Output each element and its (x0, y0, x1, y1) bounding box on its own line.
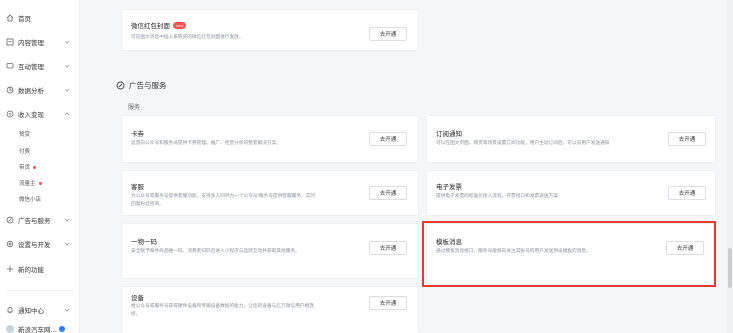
sidebar-item-ads-services[interactable]: 广告与服务 (6, 213, 74, 227)
card-desc: 提供电子发票的标准化接入流程，开票接口和发票递送方案 (436, 193, 558, 198)
sidebar-subitem-label: 赞赏 (19, 132, 31, 138)
sidebar-item-settings-dev[interactable]: 设置与开发 (6, 237, 74, 251)
activate-button[interactable]: 去开通 (369, 27, 407, 41)
sidebar-divider (6, 290, 74, 291)
sidebar-subitem-label: 付费 (19, 149, 31, 155)
sidebar-account[interactable]: 新浪汽车网… (6, 322, 74, 333)
account-name: 新浪汽车网… (18, 327, 57, 333)
sidebar-item-label: 内容管理 (18, 40, 44, 47)
sidebar-item-label: 通知中心 (18, 308, 44, 315)
card-title: 卡券 (131, 131, 144, 138)
sidebar-item-label: 设置与开发 (18, 242, 51, 249)
sidebar: 首页 内容管理 互动管理 数据分析 收入变现 赞赏 付费 带货 流量主 微信小店 (0, 0, 80, 333)
sidebar-item-content[interactable]: 内容管理 (6, 35, 74, 49)
sidebar-item-analytics[interactable]: 数据分析 (6, 83, 74, 97)
group-label: 服务 (128, 105, 141, 111)
sidebar-subitem-traffic[interactable]: 流量主 (19, 177, 75, 189)
sidebar-item-new-features[interactable]: 新的功能 (6, 262, 74, 276)
card-desc: 可以在图文页面、网页等场景设置订阅功能，用户主动订阅后，可以向用户发送通知 (436, 140, 610, 145)
sidebar-item-home[interactable]: 首页 (6, 11, 74, 25)
card-subscription-notice: 订阅通知 可以在图文页面、网页等场景设置订阅功能，用户主动订阅后，可以向用户发送… (426, 115, 716, 163)
sidebar-subitem-appreciation[interactable]: 赞赏 (19, 128, 75, 140)
ads-icon (6, 216, 14, 224)
card-title-text: 微信红包封面 (131, 23, 170, 30)
scrollbar[interactable] (727, 0, 733, 333)
settings-icon (6, 240, 14, 248)
verified-badge-icon (59, 326, 65, 332)
chevron-down-icon (64, 308, 70, 312)
chevron-down-icon (64, 64, 70, 68)
activate-button[interactable]: 去开通 (369, 186, 407, 200)
chevron-up-icon (64, 112, 70, 116)
sidebar-item-label: 收入变现 (18, 112, 44, 119)
card-title: 订阅通知 (436, 131, 462, 138)
sidebar-item-interaction[interactable]: 互动管理 (6, 59, 74, 73)
card-desc: 安全赋予每件商品唯一码，消费者扫码后进入小程序与品牌互动并获取其他服务。 (131, 248, 300, 253)
sidebar-subitem-label: 带货 (19, 165, 31, 171)
card-title: 微信红包封面 new (131, 20, 187, 30)
card-coupon: 卡券 运营向公众号和服务号提供卡券管理、推广、经营分析的整套解决方案。 去开通 (121, 115, 419, 163)
card-desc: 运营向公众号和服务号提供卡券管理、推广、经营分析的整套解决方案。 (131, 140, 282, 145)
section-title-text: 广告与服务 (129, 81, 167, 90)
chevron-down-icon (64, 218, 70, 222)
card-title: 客服 (131, 184, 144, 191)
activate-button[interactable]: 去开通 (369, 296, 407, 310)
card-title: 一物一码 (131, 239, 157, 246)
activate-button[interactable]: 去开通 (369, 132, 407, 146)
card-desc: 可在图文消息中插入系购买的微信红包封面进行发放。 (131, 34, 244, 39)
sidebar-subitem-sales[interactable]: 带货 (19, 161, 75, 173)
sidebar-subitem-paid[interactable]: 付费 (19, 145, 75, 157)
card-e-invoice: 电子发票 提供电子发票的标准化接入流程，开票接口和发票递送方案 去开通 (426, 170, 716, 216)
card-title: 电子发票 (436, 184, 462, 191)
card-device: 设备 给公众号或服务号获得硬件设备和传输设备数据的能力，让您的设备与亿万微信用户… (121, 286, 419, 333)
sidebar-subitem-shop[interactable]: 微信小店 (19, 193, 75, 205)
chevron-down-icon (64, 40, 70, 44)
activate-button[interactable]: 去开通 (668, 186, 706, 200)
section-title: 广告与服务 (116, 80, 167, 91)
sidebar-item-label: 首页 (18, 16, 31, 23)
sidebar-item-label: 互动管理 (18, 64, 44, 71)
card-desc: 为公众号或服务号提供客服功能，支持多人同时为一个公众号/服务号提供客服服务，实时… (131, 193, 316, 206)
sidebar-item-monetization[interactable]: 收入变现 (6, 107, 74, 121)
chart-icon (6, 86, 14, 94)
chevron-down-icon (64, 242, 70, 246)
plus-icon (6, 265, 14, 273)
document-icon (6, 38, 14, 46)
chat-icon (6, 62, 14, 70)
highlight-box (422, 221, 716, 287)
card-desc: 给公众号或服务号获得硬件设备和传输设备数据的能力，让您的设备与亿万微信用户相连接… (131, 303, 314, 316)
card-customer-service: 客服 为公众号或服务号提供客服功能，支持多人同时为一个公众号/服务号提供客服服务… (121, 170, 419, 216)
money-icon (6, 110, 14, 118)
home-icon (6, 14, 14, 22)
sidebar-item-label: 新的功能 (18, 267, 44, 274)
sidebar-subitem-label: 流量主 (19, 181, 36, 187)
chevron-down-icon (64, 88, 70, 92)
notification-dot (33, 165, 37, 169)
sidebar-item-label: 数据分析 (18, 88, 44, 95)
sidebar-item-notifications[interactable]: 通知中心 (6, 303, 74, 317)
sidebar-item-label: 广告与服务 (18, 218, 51, 225)
activate-button[interactable]: 去开通 (668, 132, 706, 146)
activate-button[interactable]: 去开通 (369, 241, 407, 255)
notification-dot (38, 181, 42, 185)
ads-icon (116, 81, 125, 90)
new-badge: new (173, 21, 187, 29)
card-red-packet-cover: 微信红包封面 new 可在图文消息中插入系购买的微信红包封面进行发放。 去开通 (121, 9, 419, 51)
card-title: 设备 (131, 295, 144, 302)
card-one-item-one-code: 一物一码 安全赋予每件商品唯一码，消费者扫码后进入小程序与品牌互动并获取其他服务… (121, 223, 419, 279)
bell-icon (6, 306, 14, 314)
sidebar-subitem-label: 微信小店 (19, 197, 42, 203)
scrollbar-thumb[interactable] (728, 248, 732, 288)
avatar (6, 325, 14, 333)
